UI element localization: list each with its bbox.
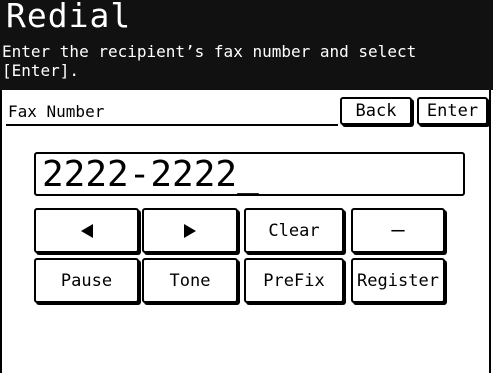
tone-button[interactable]: Tone xyxy=(142,258,238,303)
back-button[interactable]: Back xyxy=(340,97,412,125)
screen-title: Redial xyxy=(6,0,132,35)
instruction-text: Enter the recipient’s fax number and sel… xyxy=(2,42,426,80)
fax-number-field[interactable]: 2222-2222_ xyxy=(34,152,465,196)
header-bar: Redial Enter the recipient’s fax number … xyxy=(0,0,493,90)
fax-number-label: Fax Number xyxy=(8,102,105,121)
dash-label: – xyxy=(391,217,405,243)
enter-button[interactable]: Enter xyxy=(417,97,488,125)
clear-button[interactable]: Clear xyxy=(244,208,344,253)
cursor-right-button[interactable] xyxy=(142,208,238,253)
label-underline xyxy=(6,124,338,126)
register-button[interactable]: Register xyxy=(351,258,445,303)
pause-button[interactable]: Pause xyxy=(34,258,139,303)
dash-button[interactable]: – xyxy=(351,208,445,253)
arrow-right-icon xyxy=(184,223,196,238)
arrow-left-icon xyxy=(80,223,93,238)
prefix-button[interactable]: PreFix xyxy=(244,258,344,303)
fax-number-value: 2222-2222_ xyxy=(42,154,259,195)
cursor-left-button[interactable] xyxy=(34,208,139,253)
